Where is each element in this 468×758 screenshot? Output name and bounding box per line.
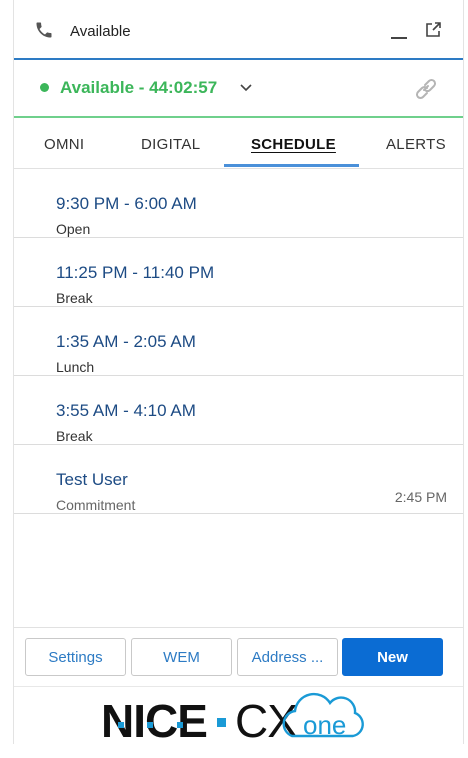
list-item[interactable]: 9:30 PM - 6:00 AM Open xyxy=(14,169,463,238)
tab-schedule[interactable]: SCHEDULE xyxy=(251,136,336,153)
phone-icon xyxy=(34,20,54,40)
settings-button[interactable]: Settings xyxy=(25,638,126,676)
item-title: Test User xyxy=(56,470,128,489)
status-row: Available - 44:02:57 xyxy=(14,60,463,118)
list-item[interactable]: Test User Commitment 2:45 PM xyxy=(14,445,463,514)
item-subtitle: Break xyxy=(56,428,93,444)
link-icon[interactable] xyxy=(413,76,439,102)
agent-panel: Available Available - 44:02:57 OMNI DIGI… xyxy=(13,0,464,747)
logo-word-nice: NICE xyxy=(101,695,207,744)
wem-button[interactable]: WEM xyxy=(131,638,232,676)
action-bar: Settings WEM Address ... New xyxy=(14,627,463,687)
minimize-button[interactable] xyxy=(390,24,408,40)
item-subtitle: Break xyxy=(56,290,93,306)
item-title: 9:30 PM - 6:00 AM xyxy=(56,194,197,213)
list-item[interactable]: 3:55 AM - 4:10 AM Break xyxy=(14,376,463,445)
tab-digital[interactable]: DIGITAL xyxy=(141,136,200,153)
popout-icon xyxy=(426,22,441,37)
tab-alerts[interactable]: ALERTS xyxy=(386,136,446,153)
item-title: 1:35 AM - 2:05 AM xyxy=(56,332,196,351)
header-title: Available xyxy=(70,23,131,40)
popout-button[interactable] xyxy=(424,21,442,39)
active-tab-indicator xyxy=(224,164,359,167)
logo-word-cx: CX xyxy=(235,695,297,744)
list-item[interactable]: 11:25 PM - 11:40 PM Break xyxy=(14,238,463,307)
logo-word-one: one xyxy=(303,710,346,740)
panel-header: Available xyxy=(14,0,463,60)
tab-omni[interactable]: OMNI xyxy=(44,136,84,153)
item-title: 3:55 AM - 4:10 AM xyxy=(56,401,196,420)
status-text[interactable]: Available - 44:02:57 xyxy=(60,78,217,98)
item-subtitle: Open xyxy=(56,221,91,237)
item-time: 2:45 PM xyxy=(394,489,447,505)
item-title: 11:25 PM - 11:40 PM xyxy=(56,263,215,282)
schedule-list: 9:30 PM - 6:00 AM Open 11:25 PM - 11:40 … xyxy=(14,169,463,514)
list-item[interactable]: 1:35 AM - 2:05 AM Lunch xyxy=(14,307,463,376)
item-subtitle: Commitment xyxy=(56,497,136,513)
status-dot xyxy=(40,83,49,92)
new-button[interactable]: New xyxy=(342,638,443,676)
item-subtitle: Lunch xyxy=(56,359,95,375)
chevron-down-icon[interactable] xyxy=(238,81,254,95)
tab-bar: OMNI DIGITAL SCHEDULE ALERTS xyxy=(14,118,463,169)
nice-cxone-logo: NICE CX one xyxy=(14,686,463,747)
address-book-button[interactable]: Address ... xyxy=(237,638,338,676)
